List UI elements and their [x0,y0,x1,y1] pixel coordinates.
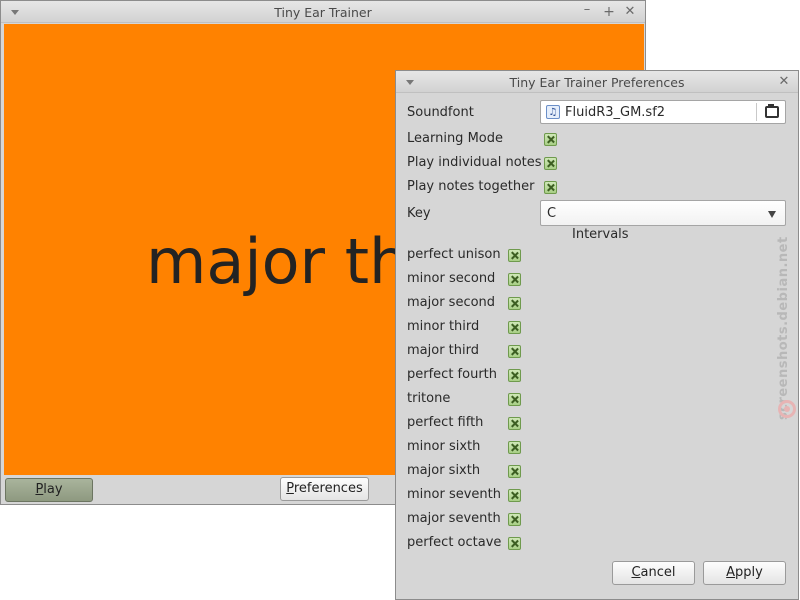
play-label: lay [43,482,63,497]
apply-label: pply [735,565,763,580]
interval-checkbox[interactable] [508,345,521,358]
preferences-dialog: Tiny Ear Trainer Preferences ✕ Soundfont… [395,70,799,600]
dropdown-arrow-icon [768,211,776,218]
interval-display-text: major th [146,225,409,298]
interval-label: minor third [407,319,480,334]
interval-checkbox[interactable] [508,297,521,310]
play-button[interactable]: Play [5,478,93,502]
minimize-icon[interactable]: – [579,2,595,18]
apply-mnemonic: A [726,565,736,580]
debian-logo-icon [778,400,796,418]
key-dropdown[interactable]: C [540,200,786,226]
close-icon[interactable]: ✕ [622,4,638,20]
music-note-icon: ♫ [546,105,560,119]
maximize-icon[interactable]: + [601,4,617,20]
intervals-heading: Intervals [572,227,629,242]
preferences-title: Tiny Ear Trainer Preferences [509,75,685,90]
interval-checkbox[interactable] [508,489,521,502]
learning-mode-checkbox[interactable] [544,133,557,146]
interval-label: major second [407,295,496,310]
dialog-close-icon[interactable]: ✕ [776,74,792,90]
soundfont-label: Soundfont [407,105,474,120]
play-together-checkbox[interactable] [544,181,557,194]
main-window-title: Tiny Ear Trainer [274,5,372,20]
cancel-button[interactable]: Cancel [612,561,695,585]
play-individual-checkbox[interactable] [544,157,557,170]
play-together-label: Play notes together [407,179,535,194]
interval-label: minor sixth [407,439,481,454]
interval-label: major seventh [407,511,501,526]
key-label: Key [407,206,431,221]
interval-label: major sixth [407,463,481,478]
play-individual-label: Play individual notes [407,155,542,170]
watermark: screenshots.debian.net [776,180,798,440]
interval-label: perfect octave [407,535,502,550]
interval-label: perfect fifth [407,415,484,430]
interval-checkbox[interactable] [508,537,521,550]
interval-label: major third [407,343,479,358]
learning-mode-label: Learning Mode [407,131,503,146]
interval-checkbox[interactable] [508,273,521,286]
cancel-label: ancel [640,565,676,580]
soundfont-file-chooser[interactable]: ♫ FluidR3_GM.sf2 [540,100,786,124]
interval-checkbox[interactable] [508,369,521,382]
interval-checkbox[interactable] [508,249,521,262]
interval-checkbox[interactable] [508,441,521,454]
soundfont-value: FluidR3_GM.sf2 [565,105,666,120]
main-titlebar[interactable]: Tiny Ear Trainer – + ✕ [1,1,645,23]
interval-checkbox[interactable] [508,513,521,526]
cancel-mnemonic: C [631,565,641,580]
watermark-text: screenshots.debian.net [776,236,791,420]
interval-checkbox[interactable] [508,417,521,430]
interval-label: minor seventh [407,487,501,502]
interval-checkbox[interactable] [508,321,521,334]
preferences-label: references [293,481,363,496]
interval-checkbox[interactable] [508,465,521,478]
apply-button[interactable]: Apply [703,561,786,585]
interval-label: perfect fourth [407,367,497,382]
preferences-mnemonic: P [286,481,294,496]
interval-label: tritone [407,391,451,406]
folder-open-icon[interactable] [765,104,779,118]
preferences-titlebar[interactable]: Tiny Ear Trainer Preferences ✕ [396,71,798,93]
preferences-button[interactable]: Preferences [280,477,369,501]
interval-label: minor second [407,271,496,286]
key-value: C [547,206,557,221]
interval-checkbox[interactable] [508,393,521,406]
chooser-separator [756,103,757,121]
interval-label: perfect unison [407,247,501,262]
